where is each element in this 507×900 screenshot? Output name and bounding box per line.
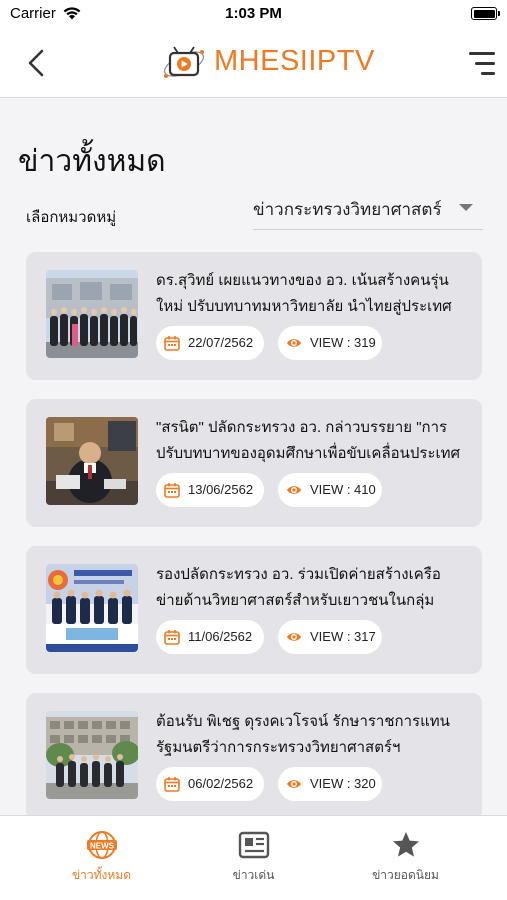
date-badge: 11/06/2562: [156, 620, 264, 654]
category-selected-value: ข่าวกระทรวงวิทยาศาสตร์: [253, 200, 442, 219]
battery-icon: [471, 7, 500, 20]
news-date: 06/02/2562: [188, 776, 254, 791]
news-thumbnail: [46, 564, 138, 652]
tab-featured-news[interactable]: ข่าวเด่น: [169, 816, 338, 900]
news-card[interactable]: ดร.สุวิทย์ เผยแนวทางของ อว. เน้นสร้างคนร…: [26, 252, 482, 380]
tab-label: ข่าวทั้งหมด: [71, 868, 132, 882]
menu-line-middle: [475, 62, 495, 65]
news-thumbnail: [46, 711, 138, 799]
view-badge: VIEW : 320: [278, 767, 382, 801]
calendar-icon: [164, 777, 180, 792]
news-views: VIEW : 319: [310, 335, 376, 350]
chevron-down-icon: [459, 204, 473, 211]
page-title: ข่าวทั้งหมด: [18, 145, 166, 178]
news-title: ดร.สุวิทย์ เผยแนวทางของ อว. เน้นสร้างคนร…: [156, 272, 452, 315]
menu-line-bottom: [481, 72, 495, 75]
status-bar: Carrier 1:03 PM: [0, 0, 507, 28]
news-logo-text: NEWS: [90, 841, 115, 850]
newspaper-icon: [238, 831, 270, 859]
news-title: "สรนิต" ปลัดกระทรวง อว. กล่าวบรรยาย "การ…: [156, 419, 461, 462]
calendar-icon: [164, 336, 180, 351]
view-badge: VIEW : 319: [278, 326, 382, 360]
news-card[interactable]: ต้อนรับ พิเชฐ ดุรงคเวโรจน์ รักษาราชการแท…: [26, 693, 482, 821]
tab-bar: NEWS ข่าวทั้งหมด ข่าวเด่น ข่าวยอดนิยม: [0, 815, 507, 900]
date-badge: 13/06/2562: [156, 473, 264, 507]
tab-label: ข่าวเด่น: [232, 868, 275, 882]
globe-news-icon: NEWS: [87, 831, 117, 859]
menu-button[interactable]: [465, 46, 495, 80]
category-dropdown[interactable]: ข่าวกระทรวงวิทยาศาสตร์: [253, 188, 483, 230]
eye-icon: [287, 339, 301, 347]
calendar-icon: [164, 630, 180, 645]
news-title: ต้อนรับ พิเชฐ ดุรงคเวโรจน์ รักษาราชการแท…: [156, 713, 450, 756]
navigation-bar: MHESIIPTV: [0, 28, 507, 98]
news-date: 13/06/2562: [188, 482, 254, 497]
news-thumbnail: [46, 417, 138, 505]
news-date: 22/07/2562: [188, 335, 254, 350]
news-card[interactable]: รองปลัดกระทรวง อว. ร่วมเปิดค่ายสร้างเครื…: [26, 546, 482, 674]
tab-all-news[interactable]: NEWS ข่าวทั้งหมด: [17, 816, 186, 900]
back-button[interactable]: [20, 46, 54, 80]
date-badge: 22/07/2562: [156, 326, 264, 360]
eye-icon: [287, 780, 301, 788]
view-badge: VIEW : 410: [278, 473, 382, 507]
app-logo-icon: [163, 46, 205, 78]
news-card[interactable]: "สรนิต" ปลัดกระทรวง อว. กล่าวบรรยาย "การ…: [26, 399, 482, 527]
news-views: VIEW : 317: [310, 629, 376, 644]
news-views: VIEW : 320: [310, 776, 376, 791]
view-badge: VIEW : 317: [278, 620, 382, 654]
news-date: 11/06/2562: [188, 629, 253, 644]
date-badge: 06/02/2562: [156, 767, 264, 801]
brand-title: MHESIIPTV: [214, 45, 375, 77]
eye-icon: [287, 486, 301, 494]
tab-label: ข่าวยอดนิยม: [372, 868, 439, 882]
news-title: รองปลัดกระทรวง อว. ร่วมเปิดค่ายสร้างเครื…: [156, 566, 441, 609]
calendar-icon: [164, 483, 180, 498]
news-views: VIEW : 410: [310, 482, 376, 497]
tab-popular-news[interactable]: ข่าวยอดนิยม: [321, 816, 490, 900]
menu-line-top: [469, 52, 495, 55]
category-label: เลือกหมวดหมู่: [26, 209, 117, 226]
news-thumbnail: [46, 270, 138, 358]
eye-icon: [287, 633, 301, 641]
clock: 1:03 PM: [225, 5, 282, 22]
star-icon: [393, 832, 419, 857]
